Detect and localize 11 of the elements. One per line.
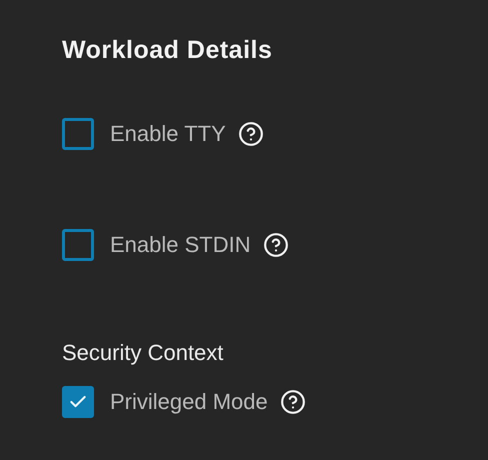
section-title: Workload Details [62,35,274,66]
help-icon[interactable] [262,232,289,258]
checkbox-label: Enable TTY [110,121,226,147]
checkbox-label: Privileged Mode [110,389,268,415]
section-heading: Security Context [62,340,224,366]
help-icon[interactable] [280,389,306,415]
checkbox-label: Enable STDIN [110,232,251,258]
checkbox[interactable] [62,229,94,261]
checkbox[interactable] [62,118,94,150]
help-icon[interactable] [238,121,264,147]
checkbox[interactable] [62,386,94,418]
